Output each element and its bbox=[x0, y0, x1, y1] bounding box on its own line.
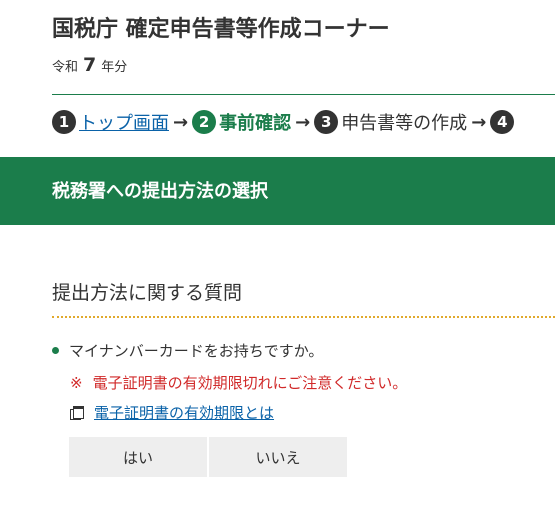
new-window-icon bbox=[70, 405, 84, 420]
step-2-label: 事前確認 bbox=[219, 113, 292, 134]
question-section-heading: 提出方法に関する質問 bbox=[52, 282, 243, 304]
arrow-icon: → bbox=[173, 111, 189, 133]
header-divider bbox=[52, 94, 555, 95]
arrow-icon: → bbox=[295, 111, 311, 133]
tax-year: 令和 7 年分 bbox=[52, 54, 127, 76]
banner-title: 税務署への提出方法の選択 bbox=[52, 181, 268, 202]
question-text: マイナンバーカードをお持ちですか。 bbox=[69, 342, 324, 360]
step-1-top-link[interactable]: トップ画面 bbox=[79, 109, 169, 135]
era-prefix: 令和 bbox=[52, 60, 79, 75]
mynumber-card-question: マイナンバーカードをお持ちですか。 bbox=[52, 340, 323, 361]
expiry-warning: ※ 電子証明書の有効期限切れにご注意ください。 bbox=[70, 372, 407, 393]
step-1-number: 1 bbox=[52, 110, 76, 134]
step-3-label: 申告書等の作成 bbox=[341, 113, 468, 134]
section-banner: 税務署への提出方法の選択 bbox=[0, 157, 555, 225]
answer-buttons: はい いいえ bbox=[69, 437, 347, 477]
no-button[interactable]: いいえ bbox=[209, 437, 347, 477]
step-2-number: 2 bbox=[192, 110, 217, 134]
bullet-icon bbox=[52, 347, 59, 354]
arrow-icon: → bbox=[471, 111, 487, 133]
step-4-number: 4 bbox=[490, 110, 515, 134]
step-progress: 1 トップ画面 → 2 事前確認 → 3 申告書等の作成 → 4 bbox=[52, 109, 517, 135]
era-year: 7 bbox=[83, 54, 97, 76]
page: 国税庁 確定申告書等作成コーナー 令和 7 年分 1 トップ画面 → 2 事前確認 … bbox=[0, 0, 555, 513]
help-link-row: 電子証明書の有効期限とは bbox=[70, 402, 274, 423]
yes-button[interactable]: はい bbox=[69, 437, 207, 477]
warning-text: 電子証明書の有効期限切れにご注意ください。 bbox=[92, 374, 408, 392]
certificate-expiry-help-link[interactable]: 電子証明書の有効期限とは bbox=[94, 402, 274, 423]
step-3-number: 3 bbox=[314, 110, 339, 134]
heading-divider bbox=[52, 316, 555, 318]
era-suffix: 年分 bbox=[101, 60, 128, 75]
page-title: 国税庁 確定申告書等作成コーナー bbox=[52, 17, 390, 42]
warning-mark: ※ bbox=[70, 374, 83, 392]
